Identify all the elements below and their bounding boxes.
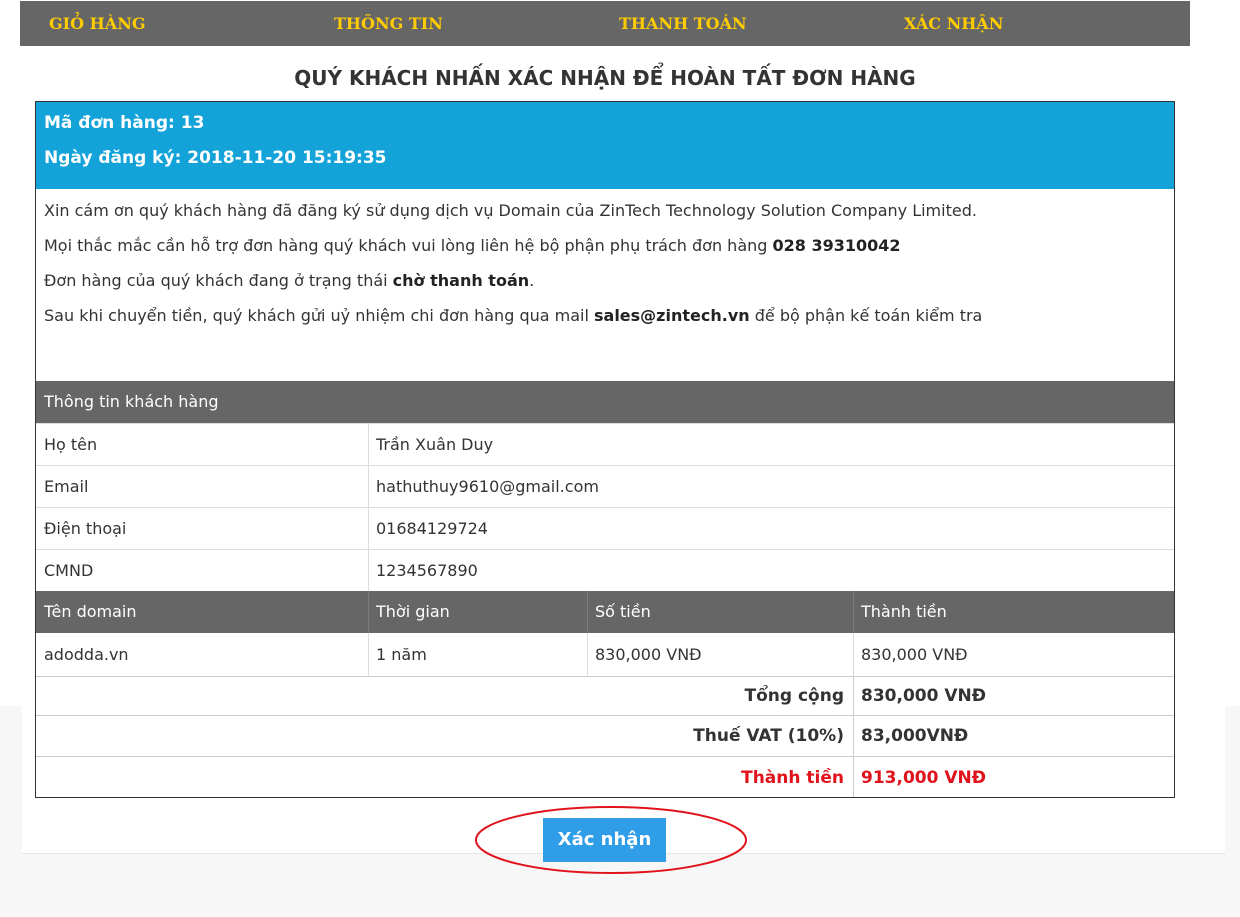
grand-total-row: Thành tiền 913,000 VNĐ xyxy=(36,756,1174,797)
sales-email: sales@zintech.vn xyxy=(594,306,750,325)
step-confirm[interactable]: XÁC NHẬN xyxy=(904,1,1003,46)
table-row: adodda.vn 1 năm 830,000 VNĐ 830,000 VNĐ xyxy=(36,633,1174,676)
support-phone: 028 39310042 xyxy=(772,236,901,255)
customer-label: Email xyxy=(44,477,89,496)
customer-info-header: Thông tin khách hàng xyxy=(36,381,1174,423)
customer-value: hathuthuy9610@gmail.com xyxy=(376,477,599,496)
price-cell: 830,000 VNĐ xyxy=(595,645,702,664)
amount-cell: 830,000 VNĐ xyxy=(861,645,968,664)
customer-row-phone: Điện thoại 01684129724 xyxy=(36,507,1174,549)
order-date: Ngày đăng ký: 2018-11-20 15:19:35 xyxy=(44,148,387,168)
step-info[interactable]: THÔNG TIN xyxy=(334,1,443,46)
column-header: Thành tiền xyxy=(861,602,947,621)
domain-table-header: Tên domain Thời gian Số tiền Thành tiền xyxy=(36,591,1174,633)
customer-row-name: Họ tên Trần Xuân Duy xyxy=(36,423,1174,465)
thanks-message: Xin cám ơn quý khách hàng đã đăng ký sử … xyxy=(44,201,977,220)
column-header: Số tiền xyxy=(595,602,651,621)
step-cart[interactable]: GIỎ HÀNG xyxy=(49,1,145,46)
transfer-message: Sau khi chuyển tiền, quý khách gửi uỷ nh… xyxy=(44,306,982,325)
customer-label: Họ tên xyxy=(44,435,98,454)
column-header: Tên domain xyxy=(44,602,137,621)
status-message: Đơn hàng của quý khách đang ở trạng thái… xyxy=(44,271,534,290)
duration-cell: 1 năm xyxy=(376,645,427,664)
vat-row: Thuế VAT (10%) 83,000VNĐ xyxy=(36,715,1174,756)
subtotal-row: Tổng cộng 830,000 VNĐ xyxy=(36,676,1174,715)
confirm-button[interactable]: Xác nhận xyxy=(543,818,666,862)
page-title: QUÝ KHÁCH NHẤN XÁC NHẬN ĐỂ HOÀN TẤT ĐƠN … xyxy=(294,66,916,90)
customer-value: Trần Xuân Duy xyxy=(376,435,494,454)
customer-row-email: Email hathuthuy9610@gmail.com xyxy=(36,465,1174,507)
customer-label: CMND xyxy=(44,561,94,580)
order-code: Mã đơn hàng: 13 xyxy=(44,113,205,133)
customer-info-title: Thông tin khách hàng xyxy=(44,392,219,411)
grand-total-label: Thành tiền xyxy=(741,768,844,788)
status-text: Đơn hàng của quý khách đang ở trạng thái xyxy=(44,271,393,290)
status-value: chờ thanh toán xyxy=(392,271,530,290)
domain-name-cell: adodda.vn xyxy=(44,645,129,664)
subtotal-label: Tổng cộng xyxy=(744,686,845,706)
subtotal-value: 830,000 VNĐ xyxy=(861,686,986,706)
support-message: Mọi thắc mắc cần hỗ trợ đơn hàng quý khá… xyxy=(44,236,901,255)
vat-label: Thuế VAT (10%) xyxy=(693,726,844,746)
checkout-steps-bar: GIỎ HÀNG THÔNG TIN THANH TOÁN XÁC NHẬN xyxy=(20,1,1190,46)
support-text: Mọi thắc mắc cần hỗ trợ đơn hàng quý khá… xyxy=(44,236,773,255)
vat-value: 83,000VNĐ xyxy=(861,726,969,746)
customer-label: Điện thoại xyxy=(44,519,127,538)
order-summary-box: Mã đơn hàng: 13 Ngày đăng ký: 2018-11-20… xyxy=(35,101,1175,798)
customer-value: 1234567890 xyxy=(376,561,478,580)
grand-total-value: 913,000 VNĐ xyxy=(861,768,986,788)
customer-value: 01684129724 xyxy=(376,519,488,538)
transfer-suffix: để bộ phận kế toán kiểm tra xyxy=(749,306,983,325)
step-payment[interactable]: THANH TOÁN xyxy=(619,1,747,46)
status-suffix: . xyxy=(529,271,535,290)
customer-row-id: CMND 1234567890 xyxy=(36,549,1174,591)
order-header: Mã đơn hàng: 13 Ngày đăng ký: 2018-11-20… xyxy=(36,102,1174,189)
transfer-text: Sau khi chuyển tiền, quý khách gửi uỷ nh… xyxy=(44,306,594,325)
column-header: Thời gian xyxy=(376,602,450,621)
